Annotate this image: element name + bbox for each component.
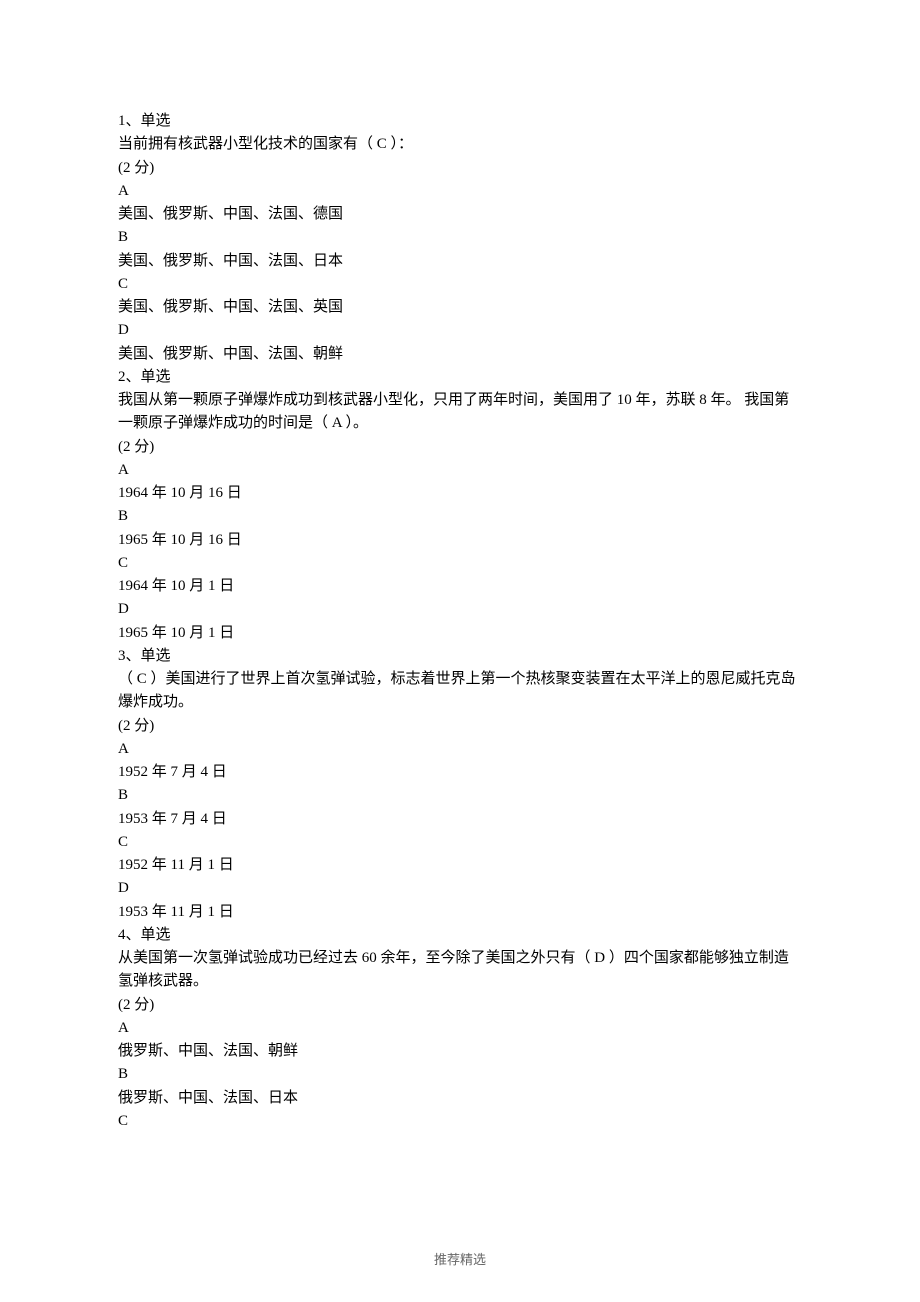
option-label: D [118,598,802,621]
question-stem: （ C ）美国进行了世界上首次氢弹试验，标志着世界上第一个热核聚变装置在太平洋上… [118,668,802,715]
document-page: 1、单选 当前拥有核武器小型化技术的国家有（ C ）： (2 分) A 美国、俄… [0,0,920,1302]
question-block: 2、单选 我国从第一颗原子弹爆炸成功到核武器小型化，只用了两年时间，美国用了 1… [118,366,802,645]
question-block: 1、单选 当前拥有核武器小型化技术的国家有（ C ）： (2 分) A 美国、俄… [118,110,802,366]
option-text: 1965 年 10 月 16 日 [118,529,802,552]
question-stem: 从美国第一次氢弹试验成功已经过去 60 余年，至今除了美国之外只有（ D ）四个… [118,947,802,994]
option-label: C [118,552,802,575]
question-number: 3、单选 [118,645,802,668]
question-number: 2、单选 [118,366,802,389]
question-stem: 我国从第一颗原子弹爆炸成功到核武器小型化，只用了两年时间，美国用了 10 年，苏… [118,389,802,436]
option-text: 俄罗斯、中国、法国、朝鲜 [118,1040,802,1063]
option-text: 俄罗斯、中国、法国、日本 [118,1087,802,1110]
question-points: (2 分) [118,157,802,180]
question-number: 4、单选 [118,924,802,947]
option-label: A [118,459,802,482]
option-text: 美国、俄罗斯、中国、法国、英国 [118,296,802,319]
option-label: D [118,877,802,900]
question-number: 1、单选 [118,110,802,133]
option-text: 1953 年 7 月 4 日 [118,808,802,831]
page-footer: 推荐精选 [0,1250,920,1270]
option-label: A [118,180,802,203]
option-label: A [118,738,802,761]
option-label: D [118,319,802,342]
option-text: 1965 年 10 月 1 日 [118,622,802,645]
option-text: 1952 年 7 月 4 日 [118,761,802,784]
option-text: 美国、俄罗斯、中国、法国、德国 [118,203,802,226]
option-label: C [118,831,802,854]
option-text: 1964 年 10 月 1 日 [118,575,802,598]
option-label: B [118,505,802,528]
option-label: B [118,226,802,249]
option-label: B [118,784,802,807]
question-block: 4、单选 从美国第一次氢弹试验成功已经过去 60 余年，至今除了美国之外只有（ … [118,924,802,1133]
option-text: 美国、俄罗斯、中国、法国、朝鲜 [118,343,802,366]
option-text: 1953 年 11 月 1 日 [118,901,802,924]
question-points: (2 分) [118,994,802,1017]
option-text: 1964 年 10 月 16 日 [118,482,802,505]
question-points: (2 分) [118,436,802,459]
question-points: (2 分) [118,715,802,738]
option-label: C [118,1110,802,1133]
option-label: B [118,1063,802,1086]
option-text: 美国、俄罗斯、中国、法国、日本 [118,250,802,273]
option-label: A [118,1017,802,1040]
option-text: 1952 年 11 月 1 日 [118,854,802,877]
question-stem: 当前拥有核武器小型化技术的国家有（ C ）： [118,133,802,156]
option-label: C [118,273,802,296]
question-block: 3、单选 （ C ）美国进行了世界上首次氢弹试验，标志着世界上第一个热核聚变装置… [118,645,802,924]
